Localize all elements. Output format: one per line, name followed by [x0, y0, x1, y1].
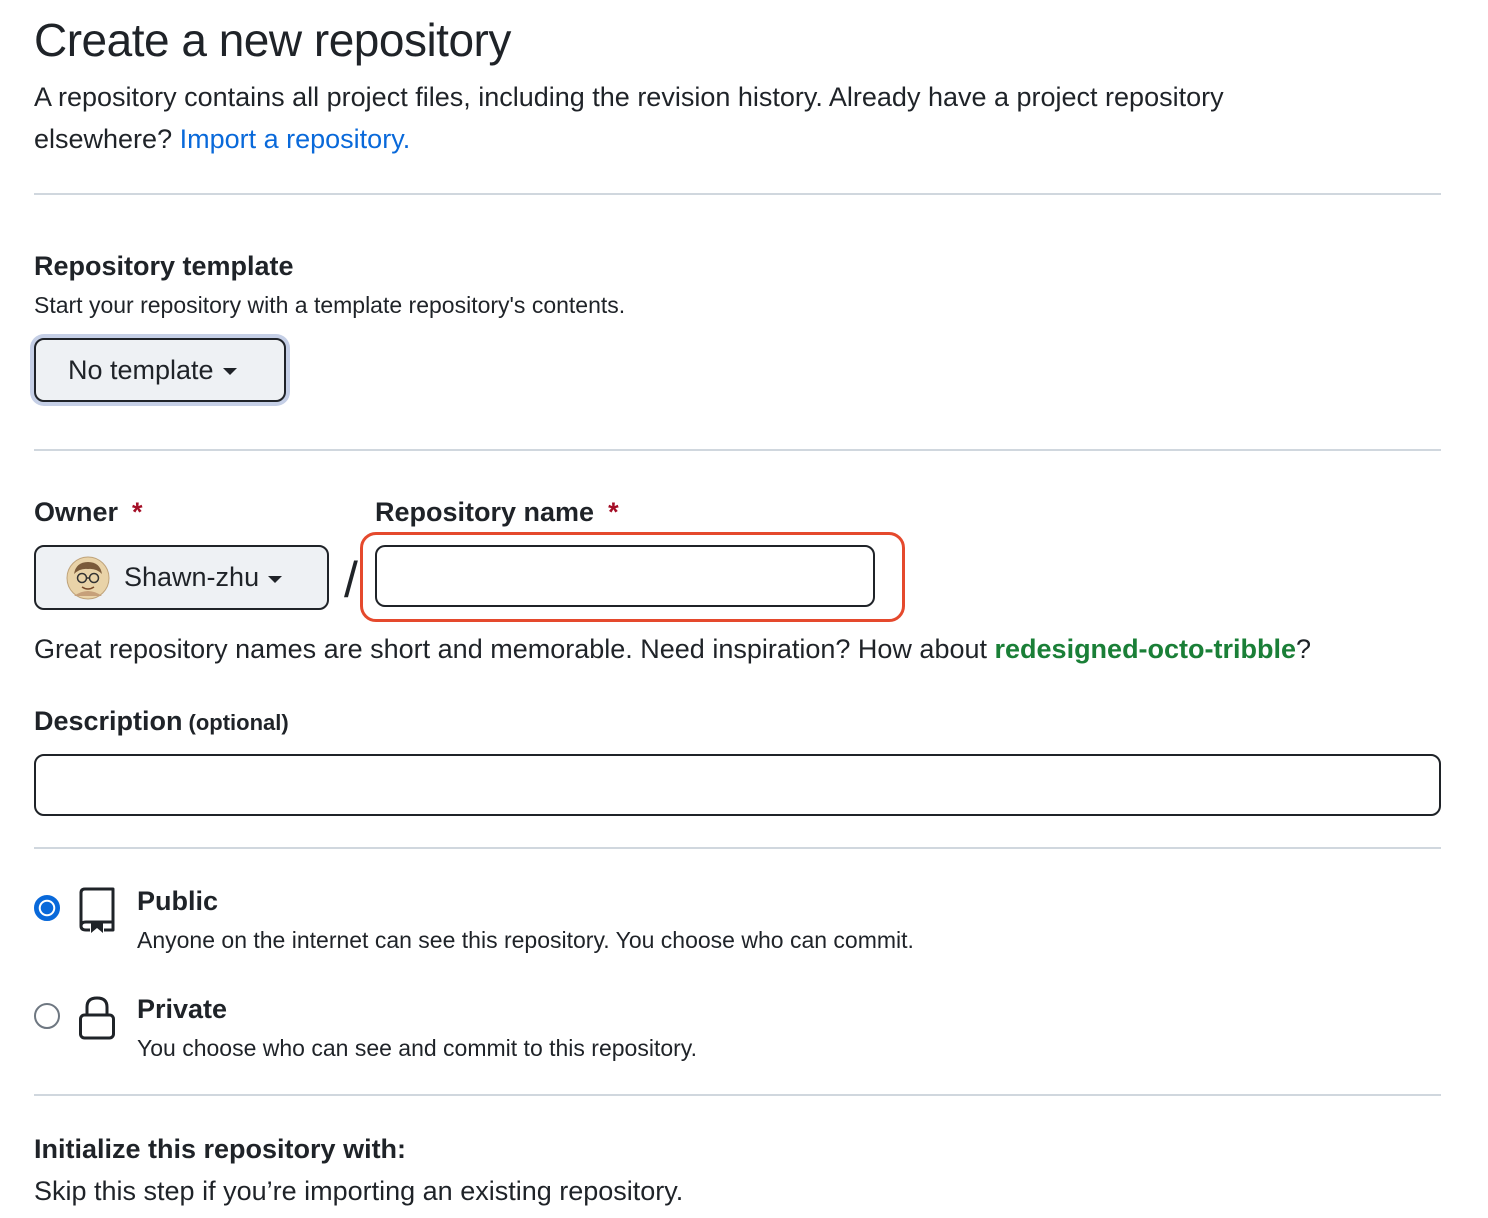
repository-name-label: Repository name *: [375, 495, 619, 529]
divider: [34, 193, 1441, 195]
visibility-public-description: Anyone on the internet can see this repo…: [137, 927, 914, 953]
template-description: Start your repository with a template re…: [34, 292, 626, 318]
template-dropdown-label: No template: [68, 354, 214, 385]
owner-name: Shawn-zhu: [124, 562, 260, 592]
triangle-down-icon: [268, 575, 283, 583]
repo-icon: [79, 887, 115, 933]
template-heading: Repository template: [34, 251, 294, 281]
repository-name-required-mark: *: [608, 497, 619, 527]
description-label: Description (optional): [34, 704, 289, 740]
owner-repo-separator: /: [344, 552, 358, 608]
initialize-heading: Initialize this repository with:: [34, 1134, 407, 1164]
page-subtitle: A repository contains all project files,…: [34, 76, 1364, 160]
visibility-radio-public[interactable]: [34, 895, 60, 921]
template-dropdown-button[interactable]: No template: [34, 338, 286, 402]
divider: [34, 449, 1441, 451]
repository-name-hint: Great repository names are short and mem…: [34, 632, 1311, 666]
initialize-description: Skip this step if you’re importing an ex…: [34, 1176, 684, 1206]
avatar: [66, 556, 110, 599]
owner-label-text: Owner: [34, 497, 119, 527]
visibility-private-description: You choose who can see and commit to thi…: [137, 1035, 697, 1061]
name-suggestion-link[interactable]: redesigned-octo-tribble: [995, 634, 1297, 664]
owner-label: Owner *: [34, 495, 143, 529]
description-optional-tag: (optional): [188, 710, 289, 735]
owner-dropdown-button[interactable]: Shawn-zhu: [34, 545, 329, 610]
visibility-public-title: Public: [137, 886, 219, 916]
repository-name-label-text: Repository name: [375, 497, 595, 527]
visibility-radio-private[interactable]: [34, 1003, 60, 1029]
visibility-private-title: Private: [137, 994, 228, 1024]
divider: [34, 847, 1441, 849]
repository-name-hint-text: Great repository names are short and mem…: [34, 634, 987, 664]
triangle-down-icon: [222, 368, 237, 375]
repository-name-hint-suffix: ?: [1296, 634, 1312, 664]
import-repository-link[interactable]: Import a repository.: [180, 124, 411, 154]
divider: [34, 1094, 1441, 1096]
lock-icon: [79, 996, 115, 1040]
owner-required-mark: *: [132, 497, 143, 527]
description-label-text: Description: [34, 706, 183, 736]
page-title: Create a new repository: [34, 14, 511, 66]
description-input[interactable]: [34, 754, 1441, 816]
repository-name-input[interactable]: [375, 545, 875, 607]
